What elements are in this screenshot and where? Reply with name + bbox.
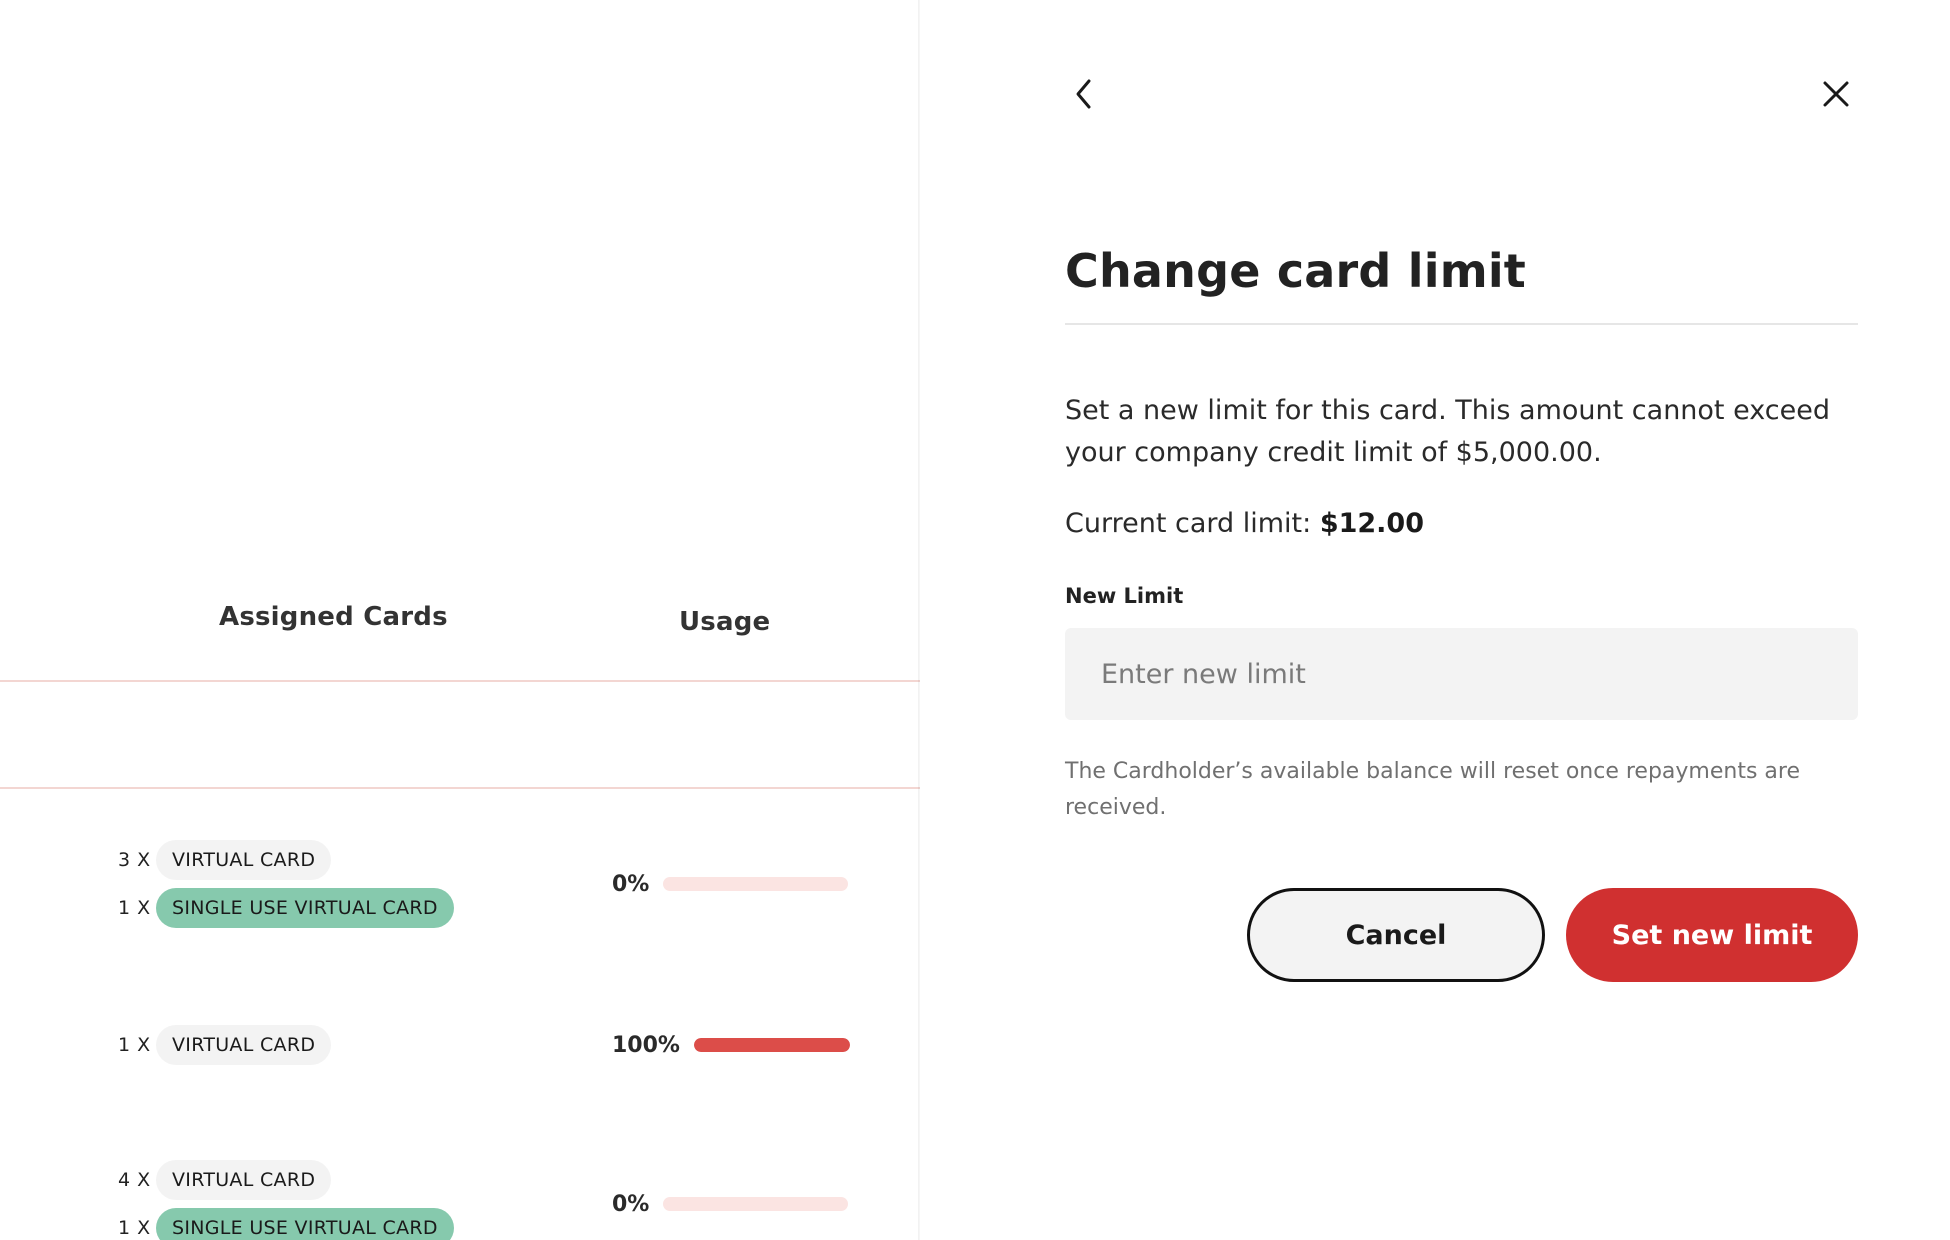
usage-percent: 100% [612, 1032, 680, 1058]
header-divider [0, 680, 920, 682]
card-quantity: 1 X [118, 1034, 151, 1056]
card-type-chip: SINGLE USE VIRTUAL CARD [156, 1208, 454, 1240]
limit-description: Set a new limit for this card. This amou… [1065, 395, 1830, 468]
usage-cell: 100% [612, 1025, 850, 1065]
card-quantity: 4 X [118, 1169, 151, 1191]
drawer-title: Change card limit [1065, 244, 1526, 298]
usage-bar-fill [693, 1038, 850, 1052]
back-button[interactable] [1062, 72, 1106, 116]
cancel-button[interactable]: Cancel [1247, 888, 1545, 982]
card-quantity: 1 X [118, 1217, 151, 1239]
row-divider [0, 787, 920, 789]
set-new-limit-button[interactable]: Set new limit [1566, 888, 1858, 982]
card-type-line: 1 X VIRTUAL CARD [118, 1025, 332, 1065]
card-type-line: 1 X SINGLE USE VIRTUAL CARD [118, 888, 454, 928]
card-type-chip: SINGLE USE VIRTUAL CARD [156, 888, 454, 928]
card-type-line: 1 X SINGLE USE VIRTUAL CARD [118, 1208, 454, 1240]
new-limit-label: New Limit [1065, 584, 1184, 608]
current-limit-label: Current card limit: [1065, 508, 1320, 539]
balance-reset-hint: The Cardholder’s available balance will … [1065, 759, 1800, 820]
usage-percent: 0% [612, 1191, 650, 1217]
card-quantity: 1 X [118, 897, 151, 919]
column-header-assigned-cards[interactable]: Assigned Cards [219, 602, 448, 632]
usage-cell: 0% [612, 1184, 849, 1224]
change-limit-drawer: Change card limit Set a new limit for th… [920, 0, 1950, 1240]
usage-cell: 0% [612, 864, 849, 904]
close-button[interactable] [1814, 72, 1858, 116]
card-type-line: 4 X VIRTUAL CARD [118, 1160, 332, 1200]
card-quantity: 3 X [118, 849, 151, 871]
column-header-usage[interactable]: Usage [679, 602, 770, 642]
usage-bar [663, 1197, 849, 1211]
card-type-chip: VIRTUAL CARD [156, 1025, 332, 1065]
cards-table: Assigned Cards Usage 3 X VIRTUAL CARD 1 … [0, 0, 920, 1240]
card-type-line: 3 X VIRTUAL CARD [118, 840, 332, 880]
chevron-left-icon [1076, 79, 1091, 109]
current-limit: Current card limit: $12.00 [1065, 508, 1424, 539]
close-icon [1823, 81, 1849, 107]
usage-percent: 0% [612, 871, 650, 897]
usage-bar [693, 1038, 850, 1052]
new-limit-input[interactable] [1065, 628, 1858, 720]
page: Assigned Cards Usage 3 X VIRTUAL CARD 1 … [0, 0, 1950, 1240]
title-divider [1065, 323, 1858, 325]
usage-bar [663, 877, 849, 891]
card-type-chip: VIRTUAL CARD [156, 1160, 332, 1200]
card-type-chip: VIRTUAL CARD [156, 840, 332, 880]
current-limit-value: $12.00 [1319, 508, 1425, 539]
